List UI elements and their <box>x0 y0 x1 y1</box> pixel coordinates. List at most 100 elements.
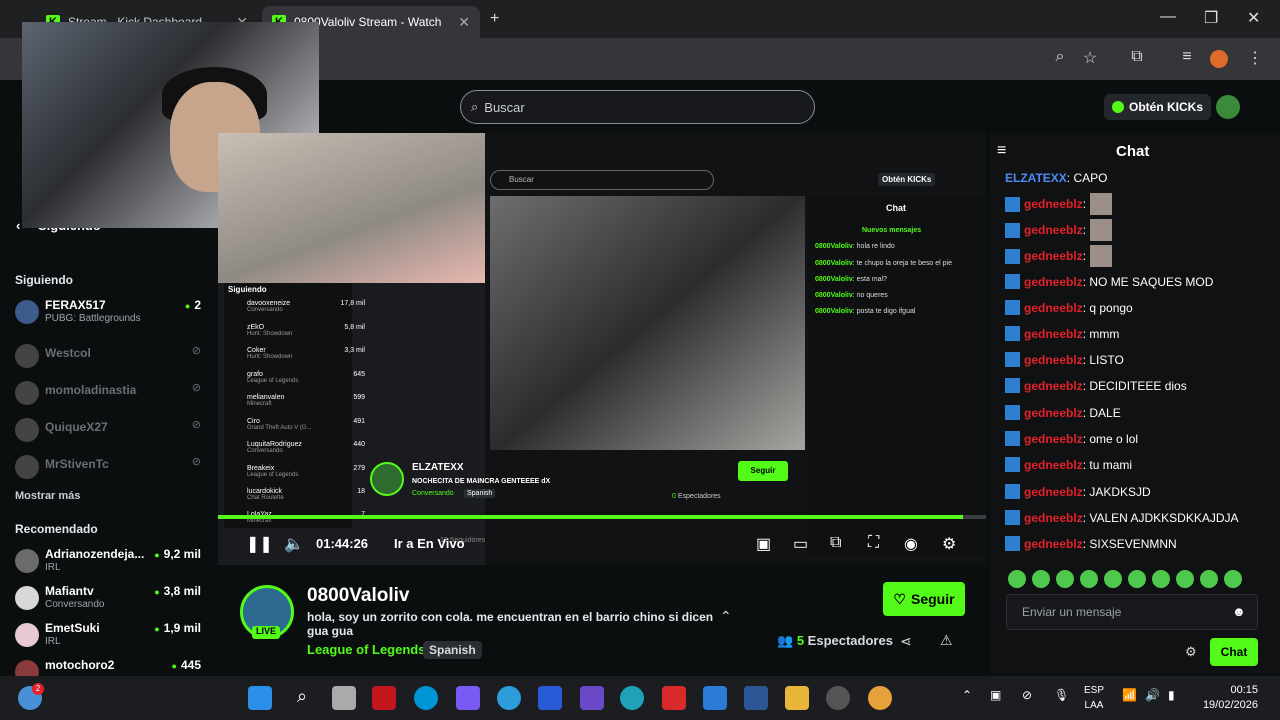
chrome-icon[interactable] <box>868 686 892 710</box>
nested-streamer-avatar <box>370 462 404 496</box>
show-more-link[interactable]: Mostrar más <box>15 490 80 502</box>
search-input[interactable]: ⌕ Buscar <box>460 90 815 124</box>
sidebar-item-motochoro2[interactable]: motochoro2 445 <box>15 658 205 676</box>
edge-icon[interactable] <box>620 686 644 710</box>
sidebar-item-adrianozendeja[interactable]: Adrianozendeja... IRL 9,2 mil <box>15 547 205 581</box>
bookmark-star-icon[interactable]: ☆ <box>1079 48 1101 70</box>
fullscreen-icon[interactable]: ⛶ <box>868 534 879 552</box>
chat-settings-icon[interactable]: ⚙ <box>1185 644 1197 660</box>
notification-badge: 2 <box>32 683 44 695</box>
sidebar-item-emetsuki[interactable]: EmetSuki IRL 1,9 mil <box>15 621 205 655</box>
search-icon[interactable]: ⌕ <box>290 686 314 710</box>
follow-button[interactable]: ♡ Seguir <box>883 582 965 616</box>
chat-message-input[interactable]: Enviar un mensaje <box>1006 594 1258 630</box>
chevron-up-icon[interactable]: ⌃ <box>720 608 732 625</box>
menu-icon[interactable]: ⋮ <box>1244 48 1266 70</box>
autoplay-icon[interactable]: ◉ <box>904 534 918 554</box>
battery-icon[interactable]: ▮ <box>1168 688 1175 702</box>
emote-icon <box>1090 193 1113 215</box>
task-view-icon[interactable] <box>332 686 356 710</box>
mcafee-icon[interactable] <box>372 686 396 710</box>
emote-icon[interactable] <box>1008 570 1026 588</box>
media-icon[interactable]: ≡ <box>1176 48 1198 70</box>
wifi-icon[interactable]: 📶 <box>1122 688 1137 702</box>
emote-icon[interactable] <box>1200 570 1218 588</box>
sidebar-item-ferax517[interactable]: FERAX517 PUBG: Battlegrounds 2 <box>15 298 205 332</box>
emote-icon[interactable] <box>1056 570 1074 588</box>
share-icon[interactable]: ⋖ <box>900 633 912 650</box>
word-icon[interactable] <box>744 686 768 710</box>
emote-icon <box>1090 245 1113 267</box>
language-tag[interactable]: Spanish <box>423 641 482 659</box>
chat-message: gedneeblz: DECIDITEEE dios <box>1005 378 1187 393</box>
badge-icon <box>1005 196 1020 212</box>
speaker-icon[interactable]: 🔊 <box>1145 688 1160 702</box>
emote-icon[interactable] <box>1080 570 1098 588</box>
tray-chevron-icon[interactable]: ⌃ <box>962 688 972 702</box>
sidebar-item-mafiantv[interactable]: Mafiantv Conversando 3,8 mil <box>15 584 205 618</box>
maximize-icon[interactable]: ❐ <box>1204 8 1218 28</box>
chat-message: gedneeblz: <box>1005 193 1113 215</box>
sidebar-item-westcol[interactable]: Westcol ⊘ <box>15 342 205 376</box>
volume-icon[interactable]: 🔈 <box>284 534 304 554</box>
sidebar-item-momoladinastia[interactable]: momoladinastia ⊘ <box>15 379 205 413</box>
office-icon[interactable] <box>662 686 686 710</box>
badge-icon <box>1005 274 1020 289</box>
copilot-icon[interactable] <box>456 686 480 710</box>
nested-following-item: zEkO 5,8 mil Hunt: Showdown <box>247 324 365 337</box>
nested-following-item: lucardokick 18 Chat Roulette <box>247 488 365 501</box>
theater-icon[interactable]: ▭ <box>793 534 808 554</box>
close-window-icon[interactable]: ✕ <box>1247 8 1260 28</box>
zoom-icon[interactable]: ⌕ <box>1049 48 1071 70</box>
app-icon[interactable] <box>497 686 521 710</box>
category-link[interactable]: League of Legends <box>307 642 425 657</box>
emote-icon[interactable] <box>1152 570 1170 588</box>
chat-send-button[interactable]: Chat <box>1210 638 1258 666</box>
minimize-icon[interactable]: — <box>1160 8 1176 26</box>
chat-message: gedneeblz: <box>1005 219 1113 241</box>
progress-bar[interactable] <box>218 515 986 519</box>
windows-start-icon[interactable] <box>248 686 272 710</box>
report-icon[interactable]: ⚠ <box>940 632 953 649</box>
emote-icon[interactable] <box>1176 570 1194 588</box>
nested-video <box>490 196 805 450</box>
pip-icon[interactable]: ⧉ <box>830 534 841 552</box>
profile-avatar[interactable] <box>1210 50 1228 68</box>
emote-icon[interactable] <box>1104 570 1122 588</box>
app-icon[interactable] <box>538 686 562 710</box>
user-avatar[interactable] <box>1216 95 1240 119</box>
settings-icon[interactable]: ⚙ <box>942 534 956 554</box>
tray-app-icon[interactable]: ▣ <box>990 688 1001 702</box>
emoji-icon[interactable]: ☻ <box>1232 604 1246 619</box>
close-tab-icon[interactable]: ✕ <box>458 14 470 31</box>
m365-icon[interactable] <box>580 686 604 710</box>
go-live-button[interactable]: Ir a En Vivo <box>394 536 465 551</box>
nested-following-item: grafo 645 League of Legends <box>247 371 365 384</box>
input-language-indicator[interactable]: ESP LAA <box>1084 683 1104 713</box>
emote-icon[interactable] <box>1032 570 1050 588</box>
stream-title: hola, soy un zorrito con cola. me encuen… <box>307 610 714 638</box>
system-clock[interactable]: 00:15 19/02/2026 <box>1198 683 1258 713</box>
offline-icon: ⊘ <box>191 345 201 357</box>
store-icon[interactable] <box>703 686 727 710</box>
new-tab-icon[interactable]: + <box>490 10 499 28</box>
file-explorer-icon[interactable] <box>785 686 809 710</box>
sidebar-item-mrstiventc[interactable]: MrStivenTc ⊘ <box>15 453 205 487</box>
collapse-chat-icon[interactable]: ≡ <box>997 142 1006 160</box>
avatar <box>15 586 39 610</box>
chat-message: ELZATEXX: CAPO <box>1005 171 1108 185</box>
get-kicks-button[interactable]: Obtén KICKs <box>1104 94 1212 120</box>
clip-icon[interactable]: ▣ <box>756 534 771 554</box>
hp-icon[interactable] <box>414 686 438 710</box>
nested-chat-panel <box>808 196 986 556</box>
emote-icon[interactable] <box>1128 570 1146 588</box>
pause-icon[interactable]: ❚❚ <box>246 534 273 554</box>
nested-new-messages: Nuevos mensajes <box>862 227 922 234</box>
sidebar-item-quiquex27[interactable]: QuiqueX27 ⊘ <box>15 416 205 450</box>
tray-app-icon[interactable]: ⊘ <box>1022 688 1032 702</box>
emote-icon[interactable] <box>1224 570 1242 588</box>
extensions-icon[interactable]: ⧉ <box>1126 48 1148 70</box>
streamer-name[interactable]: 0800Valoliv <box>307 585 409 607</box>
obs-icon[interactable] <box>826 686 850 710</box>
microphone-icon[interactable]: 🎙 <box>1054 688 1069 702</box>
